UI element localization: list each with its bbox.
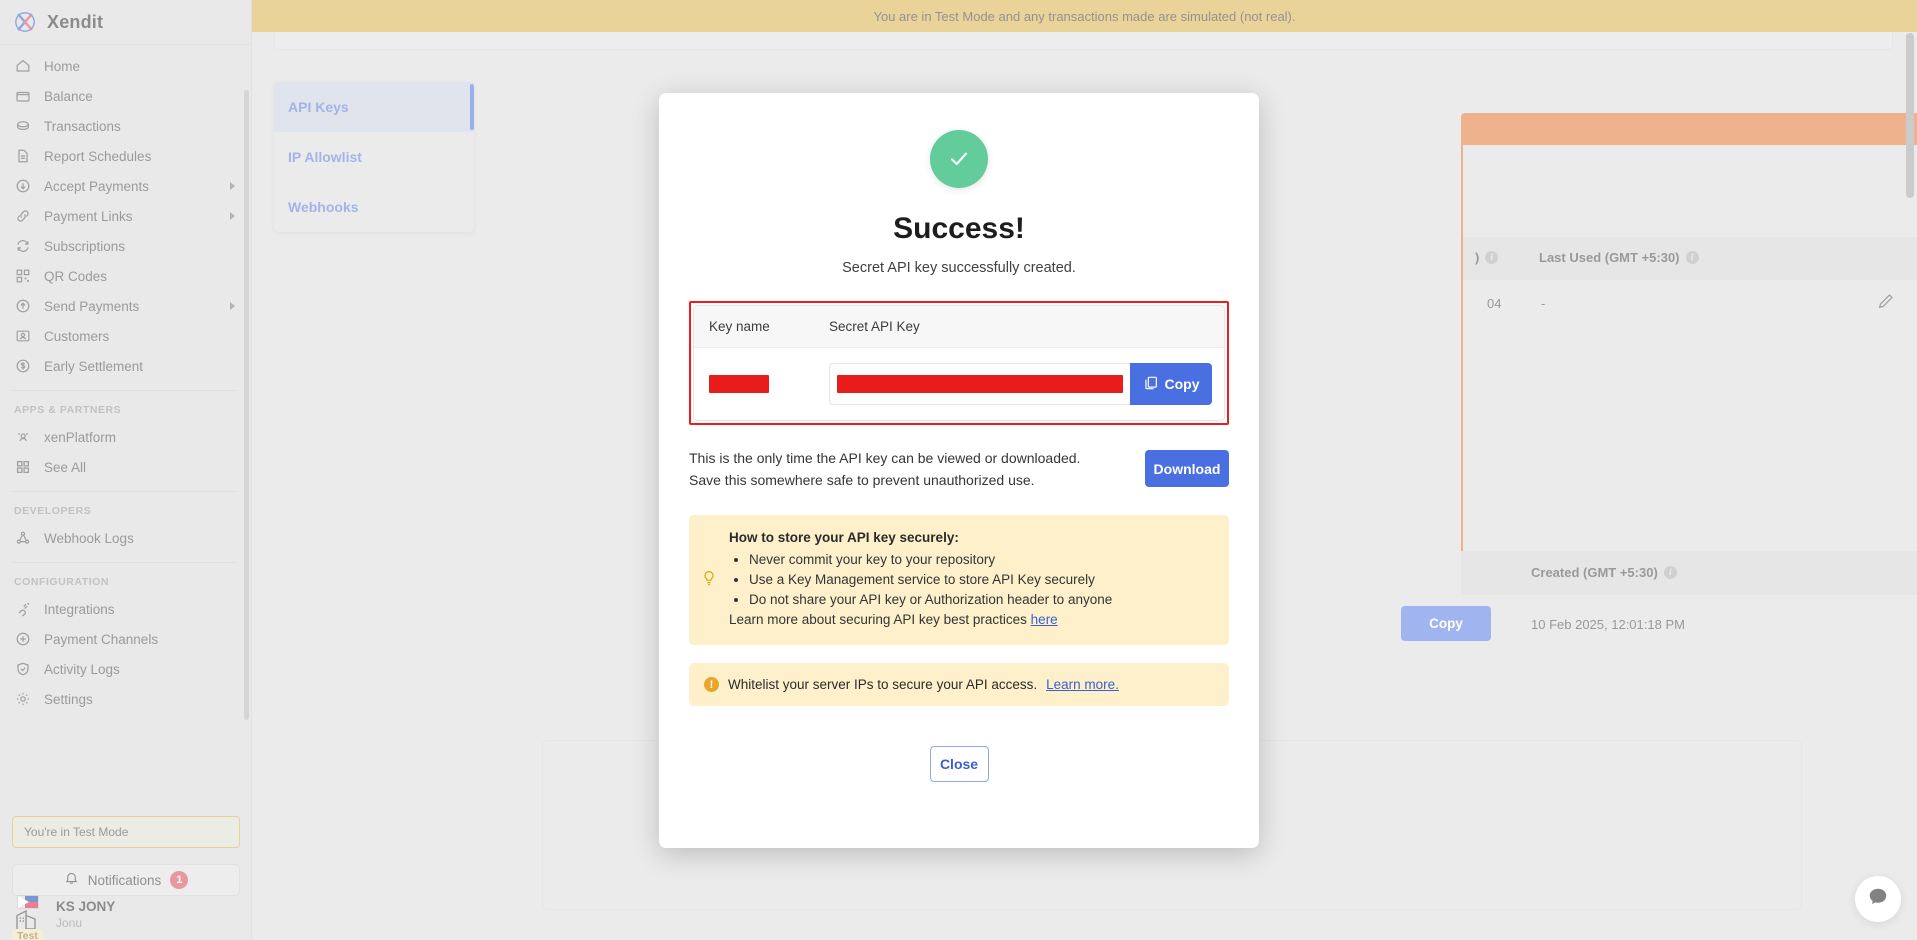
download-row: This is the only time the API key can be… [689, 447, 1229, 491]
tips-here-link[interactable]: here [1031, 612, 1058, 627]
column-secret-key: Secret API Key [829, 319, 1224, 334]
redacted-secret-key [837, 375, 1123, 393]
download-line-2: Save this somewhere safe to prevent unau… [689, 469, 1127, 491]
xendit-dashboard: Xendit Home Balance Transactions [0, 0, 1917, 940]
whitelist-warning-bar: ! Whitelist your server IPs to secure yo… [689, 663, 1229, 706]
secret-key-highlight-box: Key name Secret API Key [689, 301, 1229, 425]
copy-icon [1143, 375, 1159, 394]
check-circle-icon [930, 130, 988, 188]
tips-title: How to store your API key securely: [729, 530, 1211, 545]
copy-label: Copy [1165, 376, 1200, 392]
cell-secret-key: Copy [829, 363, 1224, 405]
tips-learn-more: Learn more about securing API key best p… [729, 612, 1211, 627]
secret-key-input[interactable] [829, 363, 1130, 405]
column-key-name: Key name [694, 319, 829, 334]
download-button[interactable]: Download [1145, 450, 1229, 487]
list-item: Use a Key Management service to store AP… [749, 570, 1211, 590]
tips-learn-more-text: Learn more about securing API key best p… [729, 612, 1031, 627]
security-tips-box: How to store your API key securely: Neve… [689, 515, 1229, 645]
list-item: Do not share your API key or Authorizati… [749, 590, 1211, 610]
modal-title: Success! [689, 212, 1229, 246]
key-table-header: Key name Secret API Key [694, 306, 1224, 348]
redacted-key-name [709, 375, 769, 393]
download-description: This is the only time the API key can be… [689, 447, 1127, 491]
download-line-1: This is the only time the API key can be… [689, 447, 1127, 469]
whitelist-warning-text: Whitelist your server IPs to secure your… [728, 677, 1037, 692]
modal-overlay[interactable]: Success! Secret API key successfully cre… [0, 0, 1917, 940]
tips-list: Never commit your key to your repository… [749, 550, 1211, 610]
whitelist-learn-more-link[interactable]: Learn more. [1046, 677, 1119, 692]
cell-key-name [694, 375, 829, 393]
alert-icon: ! [704, 677, 719, 692]
api-key-success-modal: Success! Secret API key successfully cre… [659, 93, 1259, 848]
modal-subtitle: Secret API key successfully created. [689, 260, 1229, 276]
copy-secret-key-button[interactable]: Copy [1130, 363, 1212, 405]
lightbulb-icon [702, 570, 716, 593]
list-item: Never commit your key to your repository [749, 550, 1211, 570]
close-button[interactable]: Close [930, 746, 989, 782]
key-table-row: Copy [694, 348, 1224, 420]
